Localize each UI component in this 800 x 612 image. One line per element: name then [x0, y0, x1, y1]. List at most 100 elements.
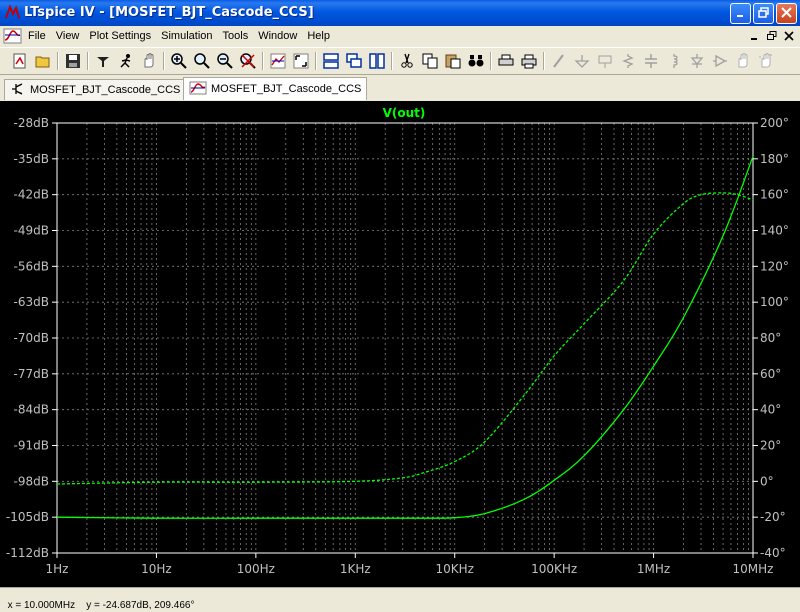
cut-icon[interactable]	[395, 50, 418, 72]
right-tick-label: 160°	[760, 188, 789, 202]
plot-grid	[57, 123, 753, 553]
cursor-readout: x = 10.000MHz y = -24.687dB, 209.466°	[7, 600, 195, 611]
right-tick-label: -40°	[760, 546, 786, 560]
document-waveform-icon[interactable]	[3, 27, 23, 45]
right-tick-label: 140°	[760, 224, 789, 238]
right-tick-label: 40°	[760, 403, 781, 417]
trace-name-label[interactable]: V(out)	[383, 106, 426, 120]
cascade-icon[interactable]	[342, 50, 365, 72]
diode-icon[interactable]	[685, 50, 708, 72]
tile-vertical-icon[interactable]	[365, 50, 388, 72]
resistor-icon[interactable]	[616, 50, 639, 72]
menu-view[interactable]: View	[51, 27, 85, 45]
restore-icon	[766, 30, 776, 40]
menu-simulation[interactable]: Simulation	[156, 27, 217, 45]
print-setup-icon[interactable]	[494, 50, 517, 72]
copy-icon[interactable]	[418, 50, 441, 72]
zoom-in-icon[interactable]	[167, 50, 190, 72]
right-tick-label: 60°	[760, 367, 781, 381]
right-tick-label: 120°	[760, 259, 789, 273]
move-icon[interactable]	[731, 50, 754, 72]
zoom-cancel-icon[interactable]	[236, 50, 259, 72]
component-icon[interactable]	[708, 50, 731, 72]
zoom-out-icon[interactable]	[190, 50, 213, 72]
close-icon	[781, 6, 792, 21]
left-tick-label: -70dB	[14, 331, 49, 345]
toolbar-separator	[54, 50, 61, 72]
right-tick-label: -20°	[760, 510, 786, 524]
open-icon[interactable]	[31, 50, 54, 72]
toolbar-separator	[160, 50, 167, 72]
left-tick-label: -42dB	[14, 188, 49, 202]
wire-icon[interactable]	[547, 50, 570, 72]
left-tick-label: -91dB	[14, 439, 49, 453]
title-bar[interactable]: LTspice IV - [MOSFET_BJT_Cascode_CCS]	[0, 0, 800, 26]
ground-icon[interactable]	[570, 50, 593, 72]
label-icon[interactable]	[593, 50, 616, 72]
minimize-icon	[735, 7, 746, 21]
document-tabs: MOSFET_BJT_Cascode_CCS MOSFET_BJT_Cascod…	[0, 77, 800, 100]
left-tick-label: -35dB	[14, 152, 49, 166]
right-tick-label: 20°	[760, 439, 781, 453]
left-tick-label: -56dB	[14, 259, 49, 273]
close-button[interactable]	[776, 3, 797, 24]
tab-label: MOSFET_BJT_Cascode_CCS	[211, 83, 362, 95]
autoscale-icon[interactable]	[266, 50, 289, 72]
inductor-icon[interactable]	[662, 50, 685, 72]
find-icon[interactable]	[464, 50, 487, 72]
x-tick-label: 100Hz	[237, 562, 275, 576]
waveform-plot-window[interactable]: V(out) -28dB -35dB -42dB -49dB -56dB -63dB -70…	[0, 101, 800, 587]
menu-help[interactable]: Help	[302, 27, 335, 45]
left-axis-tick-labels: -28dB -35dB -42dB -49dB -56dB -63dB -70dB -77dB…	[6, 116, 57, 560]
tile-horizontal-icon[interactable]	[319, 50, 342, 72]
x-tick-label: 1Hz	[46, 562, 69, 576]
ltspice-app-icon[interactable]	[4, 4, 21, 21]
zoom-fit-icon[interactable]	[289, 50, 312, 72]
x-axis-tick-labels: 1Hz 10Hz 100Hz 1KHz 10KHz 100KHz 1MHz 10MHz	[46, 553, 773, 576]
menu-window[interactable]: Window	[253, 27, 302, 45]
left-tick-label: -49dB	[14, 224, 49, 238]
schematic-icon	[10, 82, 26, 99]
close-icon	[783, 30, 794, 41]
menu-file[interactable]: File	[23, 27, 51, 45]
right-tick-label: 180°	[760, 152, 789, 166]
x-tick-label: 100KHz	[531, 562, 577, 576]
x-tick-label: 10KHz	[435, 562, 473, 576]
tab-waveform[interactable]: MOSFET_BJT_Cascode_CCS	[183, 77, 368, 100]
phase-trace	[56, 192, 754, 485]
toolbar-separator	[84, 50, 91, 72]
bode-plot[interactable]: V(out) -28dB -35dB -42dB -49dB -56dB -63dB -70…	[0, 101, 800, 587]
left-tick-label: -63dB	[14, 295, 49, 309]
print-icon[interactable]	[517, 50, 540, 72]
left-tick-label: -77dB	[14, 367, 49, 381]
drag-icon[interactable]	[754, 50, 777, 72]
capacitor-icon[interactable]	[639, 50, 662, 72]
right-axis-tick-labels: 200° 180° 160° 140° 120° 100° 80° 60° 40° 20° 0° -2…	[753, 116, 789, 560]
left-tick-label: -105dB	[6, 510, 49, 524]
control-panel-icon[interactable]	[91, 50, 114, 72]
tab-label: MOSFET_BJT_Cascode_CCS	[30, 84, 181, 96]
toolbar-separator	[388, 50, 395, 72]
mdi-restore-button[interactable]	[764, 28, 779, 43]
x-tick-label: 1KHz	[340, 562, 371, 576]
halt-icon[interactable]	[137, 50, 160, 72]
restore-button[interactable]	[753, 3, 774, 24]
paste-icon[interactable]	[441, 50, 464, 72]
toolbar-separator	[540, 50, 547, 72]
menu-plot-settings[interactable]: Plot Settings	[84, 27, 156, 45]
new-schematic-icon[interactable]	[8, 50, 31, 72]
zoom-pan-icon[interactable]	[213, 50, 236, 72]
minimize-button[interactable]	[730, 3, 751, 24]
toolbar-separator	[259, 50, 266, 72]
toolbar	[0, 47, 800, 75]
tab-schematic[interactable]: MOSFET_BJT_Cascode_CCS	[4, 79, 187, 100]
menu-bar: File View Plot Settings Simulation Tools…	[0, 26, 800, 46]
mdi-minimize-button[interactable]	[747, 28, 762, 43]
trace-layer	[56, 156, 754, 519]
save-icon[interactable]	[61, 50, 84, 72]
magnitude-trace	[56, 156, 754, 519]
run-icon[interactable]	[114, 50, 137, 72]
left-tick-label: -98dB	[14, 474, 49, 488]
menu-tools[interactable]: Tools	[218, 27, 254, 45]
mdi-close-button[interactable]	[781, 28, 796, 43]
